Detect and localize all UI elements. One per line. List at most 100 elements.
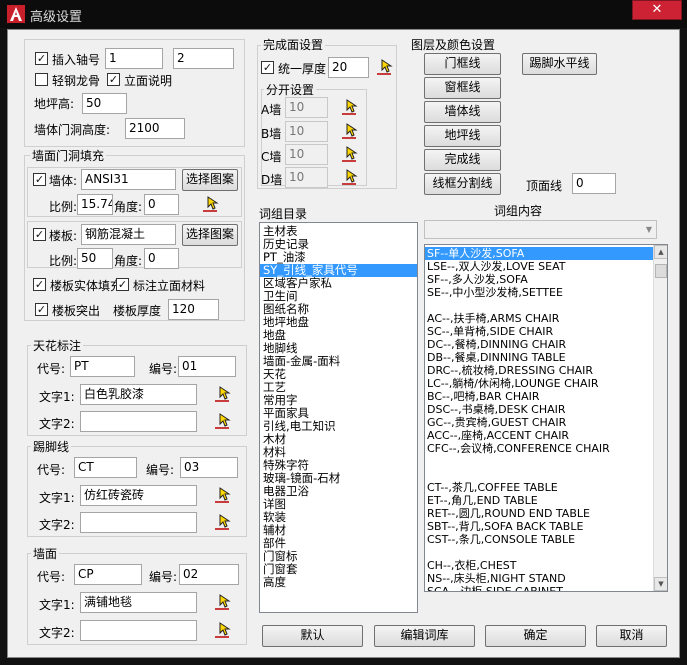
cancel-button[interactable]: 取消: [596, 625, 667, 647]
list-item[interactable]: DRC--,梳妆椅,DRESSING CHAIR: [425, 364, 653, 377]
list-item[interactable]: LC--,躺椅/休闲椅,LOUNGE CHAIR: [425, 377, 653, 390]
wall-pattern-input[interactable]: ANSI31: [81, 169, 176, 190]
wall-c-input[interactable]: 10: [285, 144, 328, 165]
pick-point-icon[interactable]: [339, 122, 359, 141]
slab-select-pattern-button[interactable]: 选择图案: [182, 224, 238, 246]
elevation-note-checkbox[interactable]: ✓: [107, 73, 120, 86]
pick-point-icon[interactable]: [212, 385, 232, 404]
wall-select-pattern-button[interactable]: 选择图案: [182, 169, 238, 191]
pick-point-icon[interactable]: [212, 412, 232, 431]
content-combo[interactable]: ▼: [424, 220, 657, 239]
list-item[interactable]: BC--,吧椅,BAR CHAIR: [425, 390, 653, 403]
slab-solid-checkbox[interactable]: ✓: [33, 278, 46, 291]
list-item[interactable]: ACC--,座椅,ACCENT CHAIR: [425, 429, 653, 442]
uniform-thickness-checkbox[interactable]: ✓: [261, 61, 274, 74]
slab-thickness-input[interactable]: 120: [168, 299, 219, 320]
window-frame-button[interactable]: 窗框线: [424, 77, 501, 99]
slab-scale-input[interactable]: 50: [77, 248, 113, 269]
wall-scale-input[interactable]: 15.74: [77, 194, 113, 215]
list-item[interactable]: CST--,条几,CONSOLE TABLE: [425, 533, 653, 546]
default-button[interactable]: 默认: [262, 625, 363, 647]
list-item[interactable]: [425, 546, 653, 559]
list-item[interactable]: ET--,角几,END TABLE: [425, 494, 653, 507]
list-item[interactable]: NS--,床头柜,NIGHT STAND: [425, 572, 653, 585]
door-frame-button[interactable]: 门框线: [424, 53, 501, 75]
catalog-list[interactable]: 主材表 历史记录 PT_油漆 SY_引线_家具代号 区域客户家私 卫生间 图纸名称 地坪地盘地…: [259, 222, 418, 613]
list-item[interactable]: SCA--,边柜,SIDE CABINET: [425, 585, 653, 591]
floor-height-input[interactable]: 50: [82, 93, 127, 114]
wall-face-code-input[interactable]: CP: [74, 564, 142, 585]
list-item[interactable]: GC--,贵宾椅,GUEST CHAIR: [425, 416, 653, 429]
axis-end-input[interactable]: 2: [173, 48, 234, 69]
ceiling-text1-input[interactable]: 白色乳胶漆: [80, 384, 197, 405]
pick-point-icon[interactable]: [339, 98, 359, 117]
edit-library-button[interactable]: 编辑词库: [374, 625, 475, 647]
skirting-number-input[interactable]: 03: [180, 457, 238, 478]
list-item[interactable]: [425, 468, 653, 481]
scroll-up-icon[interactable]: ▲: [654, 245, 667, 259]
mark-material-checkbox[interactable]: ✓: [116, 278, 129, 291]
content-scrollbar[interactable]: ▲ ▼: [653, 245, 667, 591]
list-item[interactable]: RET--,圆几,ROUND END TABLE: [425, 507, 653, 520]
skirting-text1-input[interactable]: 仿红砖瓷砖: [80, 485, 197, 506]
scroll-down-icon[interactable]: ▼: [654, 577, 667, 591]
wall-b-input[interactable]: 10: [285, 121, 328, 142]
ok-button[interactable]: 确定: [485, 625, 586, 647]
scroll-thumb[interactable]: [655, 264, 667, 278]
uniform-thickness-input[interactable]: 20: [328, 57, 369, 78]
slab-fill-checkbox[interactable]: ✓: [33, 228, 46, 241]
pick-point-icon[interactable]: [212, 621, 232, 640]
axis-start-input[interactable]: 1: [105, 48, 163, 69]
list-item[interactable]: SF--单人沙发,SOFA: [425, 247, 653, 260]
floor-line-button[interactable]: 地坪线: [424, 125, 501, 147]
list-item[interactable]: 高度: [260, 576, 417, 589]
wall-angle-input[interactable]: 0: [144, 194, 179, 215]
slab-angle-input[interactable]: 0: [144, 248, 179, 269]
list-item[interactable]: AC--,扶手椅,ARMS CHAIR: [425, 312, 653, 325]
list-item[interactable]: SF--,多人沙发,SOFA: [425, 273, 653, 286]
title-bar[interactable]: 高级设置 ✕: [0, 0, 687, 28]
skirting-line-button[interactable]: 踢脚水平线: [522, 53, 597, 75]
wall-fill-checkbox[interactable]: ✓: [33, 173, 46, 186]
ceiling-number-input[interactable]: 01: [178, 356, 236, 377]
ceiling-code-input[interactable]: PT: [70, 356, 135, 377]
list-item[interactable]: SE--,中小型沙发椅,SETTEE: [425, 286, 653, 299]
light-steel-checkbox[interactable]: [35, 73, 48, 86]
wall-line-button[interactable]: 墙体线: [424, 101, 501, 123]
list-item[interactable]: [425, 299, 653, 312]
wall-face-text2-input[interactable]: [80, 620, 197, 641]
finish-line-button[interactable]: 完成线: [424, 149, 501, 171]
wall-d-input[interactable]: 10: [285, 167, 328, 188]
wall-a-input[interactable]: 10: [285, 97, 328, 118]
pick-point-icon[interactable]: [212, 513, 232, 532]
wall-face-number-input[interactable]: 02: [179, 564, 239, 585]
close-button[interactable]: ✕: [632, 0, 682, 20]
content-list[interactable]: SF--单人沙发,SOFA LSE--,双人沙发,LOVE SEAT SF--,多人…: [424, 244, 668, 592]
list-item[interactable]: [425, 455, 653, 468]
list-item[interactable]: SBT--,背几,SOFA BACK TABLE: [425, 520, 653, 533]
list-item[interactable]: DC--,餐椅,DINNING CHAIR: [425, 338, 653, 351]
pick-point-icon[interactable]: [339, 145, 359, 164]
pick-point-icon[interactable]: [212, 593, 232, 612]
opening-height-input[interactable]: 2100: [125, 118, 185, 139]
pick-point-icon[interactable]: [212, 486, 232, 505]
pick-point-icon[interactable]: [374, 58, 394, 77]
pick-point-icon[interactable]: [200, 195, 220, 214]
list-item[interactable]: SC--,单背椅,SIDE CHAIR: [425, 325, 653, 338]
skirting-code-input[interactable]: CT: [74, 457, 137, 478]
slab-protrude-checkbox[interactable]: ✓: [35, 303, 48, 316]
list-item[interactable]: DB--,餐桌,DINNING TABLE: [425, 351, 653, 364]
insert-axis-checkbox[interactable]: ✓: [35, 52, 48, 65]
pick-point-icon[interactable]: [339, 168, 359, 187]
ceiling-text2-input[interactable]: [80, 411, 197, 432]
list-item[interactable]: CH--,衣柜,CHEST: [425, 559, 653, 572]
slab-pattern-input[interactable]: 钢筋混凝土: [81, 224, 176, 245]
wall-face-text1-input[interactable]: 满铺地毯: [80, 592, 197, 613]
skirting-text2-input[interactable]: [80, 512, 197, 533]
list-item[interactable]: CT--,茶几,COFFEE TABLE: [425, 481, 653, 494]
list-item[interactable]: LSE--,双人沙发,LOVE SEAT: [425, 260, 653, 273]
top-line-input[interactable]: 0: [572, 173, 616, 194]
list-item[interactable]: CFC--,会议椅,CONFERENCE CHAIR: [425, 442, 653, 455]
frame-split-line-button[interactable]: 线框分割线: [424, 173, 501, 195]
list-item[interactable]: DSC--,书桌椅,DESK CHAIR: [425, 403, 653, 416]
